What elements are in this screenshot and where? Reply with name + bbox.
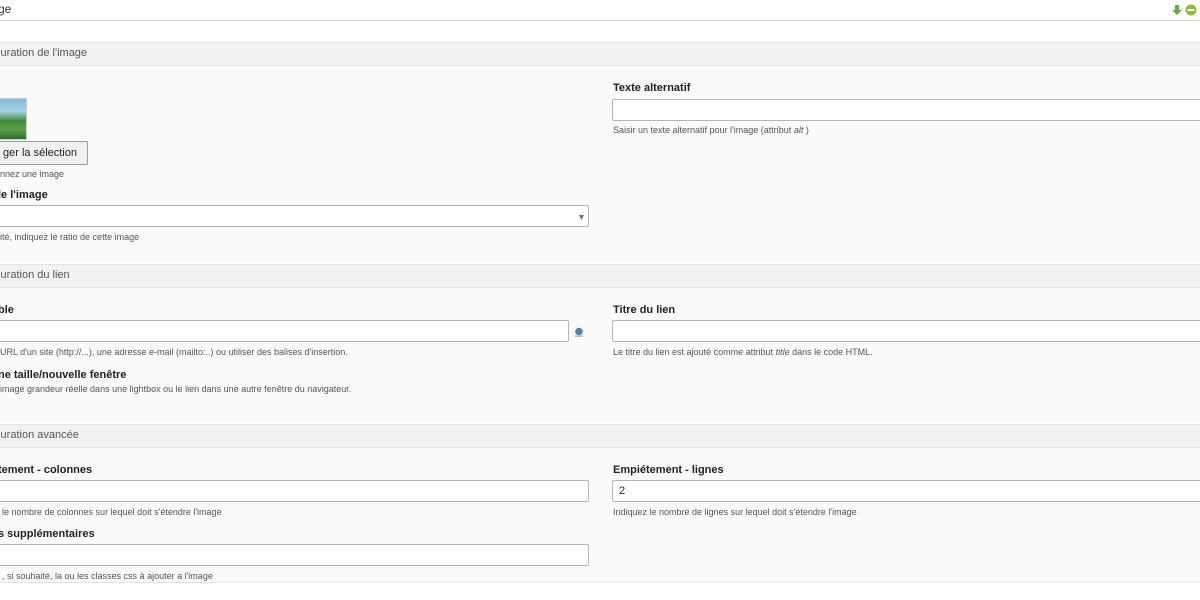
colspan-input[interactable] <box>0 480 589 502</box>
section-title-link: iguration du lien <box>0 269 70 281</box>
colspan-label: tement - colonnes <box>0 464 93 476</box>
colspan-hint: le nombre de colonnes sur lequel doit s'… <box>2 507 222 517</box>
link-title-hint: Le titre du lien est ajouté comme attrib… <box>613 347 873 357</box>
minus-circle-icon[interactable] <box>1185 4 1197 16</box>
link-title-label: Titre du lien <box>613 304 676 316</box>
rowspan-input[interactable]: 2 <box>612 480 1200 502</box>
alt-text-input[interactable] <box>612 99 1200 121</box>
link-target-hint: URL d'un site (http://...), une adresse … <box>0 347 348 357</box>
link-title-input[interactable] <box>612 320 1200 342</box>
ratio-label: le l'image <box>0 189 48 201</box>
section-header-advanced: iguration avancée <box>0 424 1200 448</box>
alt-hint-attr: alt <box>793 125 804 135</box>
element-header: ge <box>0 0 1200 21</box>
change-selection-button[interactable]: ger la sélection <box>0 141 88 165</box>
ratio-hint: ité, indiquez le ratio de cette image <box>0 232 140 242</box>
link-target-label: ble <box>0 304 14 316</box>
alt-label: Texte alternatif <box>613 82 691 94</box>
rowspan-label: Empiétement - lignes <box>613 464 724 476</box>
image-hint: nnez une image <box>0 169 65 179</box>
section-body-link: ble URL d'un site (http://...), une adre… <box>0 288 1200 422</box>
css-classes-hint: , si souhaité, la ou les classes css à a… <box>2 571 213 581</box>
section-body-image: ger la sélection nnez une image le l'ima… <box>0 66 1200 262</box>
link-title-hint-attr: title <box>775 347 790 357</box>
link-title-hint-text: Le titre du lien est ajouté comme attrib… <box>613 347 776 357</box>
lightbox-hint: image grandeur réelle dans une lightbox … <box>0 384 352 394</box>
link-title-hint-end: dans le code HTML. <box>789 347 873 357</box>
section-header-image: iguration de l'image <box>0 42 1200 66</box>
alt-hint-text: Saisir un texte alternatif pour l'image … <box>613 125 794 135</box>
image-thumbnail[interactable] <box>0 98 27 140</box>
section-title-advanced: iguration avancée <box>0 429 79 441</box>
alt-hint-end: ) <box>803 125 809 135</box>
link-target-input[interactable] <box>0 320 569 342</box>
css-classes-input[interactable] <box>0 544 589 566</box>
rowspan-hint: Indiquez le nombre de lignes sur lequel … <box>613 507 857 517</box>
section-body-advanced: tement - colonnes le nombre de colonnes … <box>0 448 1200 582</box>
element-title: ge <box>0 2 12 16</box>
section-title-image: iguration de l'image <box>0 47 88 59</box>
bottom-divider <box>0 582 1200 583</box>
lightbox-label: ne taille/nouvelle fenêtre <box>0 369 127 381</box>
alt-hint: Saisir un texte alternatif pour l'image … <box>613 125 809 135</box>
section-header-link: iguration du lien <box>0 264 1200 288</box>
arrow-down-icon[interactable] <box>1171 4 1183 16</box>
ratio-select[interactable] <box>0 205 589 227</box>
insert-tag-icon[interactable] <box>574 327 584 337</box>
chevron-down-icon: ▼ <box>577 212 586 222</box>
css-classes-label: s supplémentaires <box>0 528 95 540</box>
